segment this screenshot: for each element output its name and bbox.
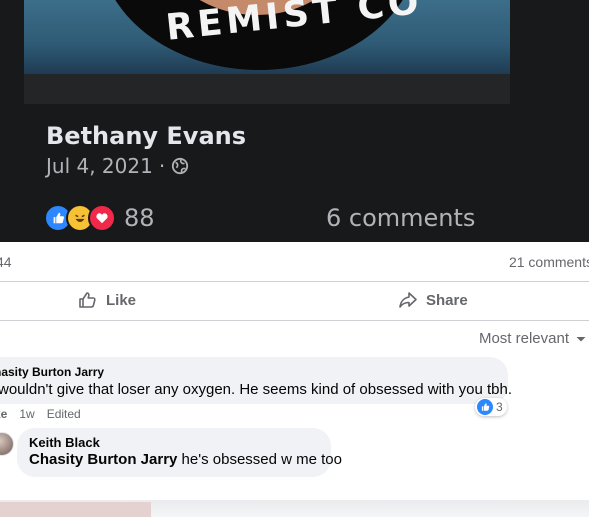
photo-bottom-bar xyxy=(24,74,510,104)
next-post-thumbnail xyxy=(0,502,151,517)
divider xyxy=(0,320,589,321)
comment-time[interactable]: 1w xyxy=(19,407,34,421)
comment-edited: Edited xyxy=(46,407,81,421)
thumbs-up-icon xyxy=(79,292,96,308)
caret-down-icon xyxy=(576,336,586,341)
embedded-reactions: 88 xyxy=(44,204,155,232)
post-stats-bar: 44 21 comments xyxy=(0,242,589,282)
reaction-count[interactable]: 44 xyxy=(0,254,12,270)
share-label: Share xyxy=(426,291,468,309)
share-icon xyxy=(399,292,417,308)
sort-label: Most relevant xyxy=(478,330,569,347)
post-photo: REMIST CO xyxy=(24,0,510,74)
comment-author[interactable]: hasity Burton Jarry xyxy=(0,365,104,379)
embedded-post-date: Jul 4, 2021 xyxy=(46,154,153,178)
like-reaction-icon xyxy=(477,399,493,415)
comment-reaction-count: 3 xyxy=(496,400,503,414)
embedded-post-screenshot: REMIST CO Bethany Evans Jul 4, 2021 · 88… xyxy=(0,0,589,242)
comment-like-link[interactable]: ke xyxy=(0,407,7,421)
embedded-reaction-count: 88 xyxy=(124,204,155,232)
comment-meta: ke 1w Edited xyxy=(0,407,81,421)
post-actions: Like Share xyxy=(0,282,589,320)
love-reaction-icon xyxy=(88,204,116,232)
meta-separator: · xyxy=(158,154,166,178)
embedded-post-meta: Jul 4, 2021 · xyxy=(46,154,189,178)
embedded-comment-count: 6 comments xyxy=(326,204,476,232)
embedded-author-name: Bethany Evans xyxy=(46,122,247,150)
like-button[interactable]: Like xyxy=(78,290,136,310)
comment-text: wouldn't give that loser any oxygen. He … xyxy=(0,381,512,398)
reply-author[interactable]: Keith Black xyxy=(29,435,100,450)
reply-mention[interactable]: Chasity Burton Jarry xyxy=(29,451,177,468)
comment-sort-dropdown[interactable]: Most relevant xyxy=(479,330,587,347)
comment-count-link[interactable]: 21 comments xyxy=(509,254,589,270)
globe-icon xyxy=(172,157,189,175)
reply-text: Chasity Burton Jarry he's obsessed w me … xyxy=(29,451,342,468)
like-label: Like xyxy=(106,291,137,309)
reply-body: he's obsessed w me too xyxy=(177,451,342,468)
avatar[interactable] xyxy=(0,432,14,456)
share-button[interactable]: Share xyxy=(398,290,468,310)
comment-reaction-badge[interactable]: 3 xyxy=(475,398,507,416)
